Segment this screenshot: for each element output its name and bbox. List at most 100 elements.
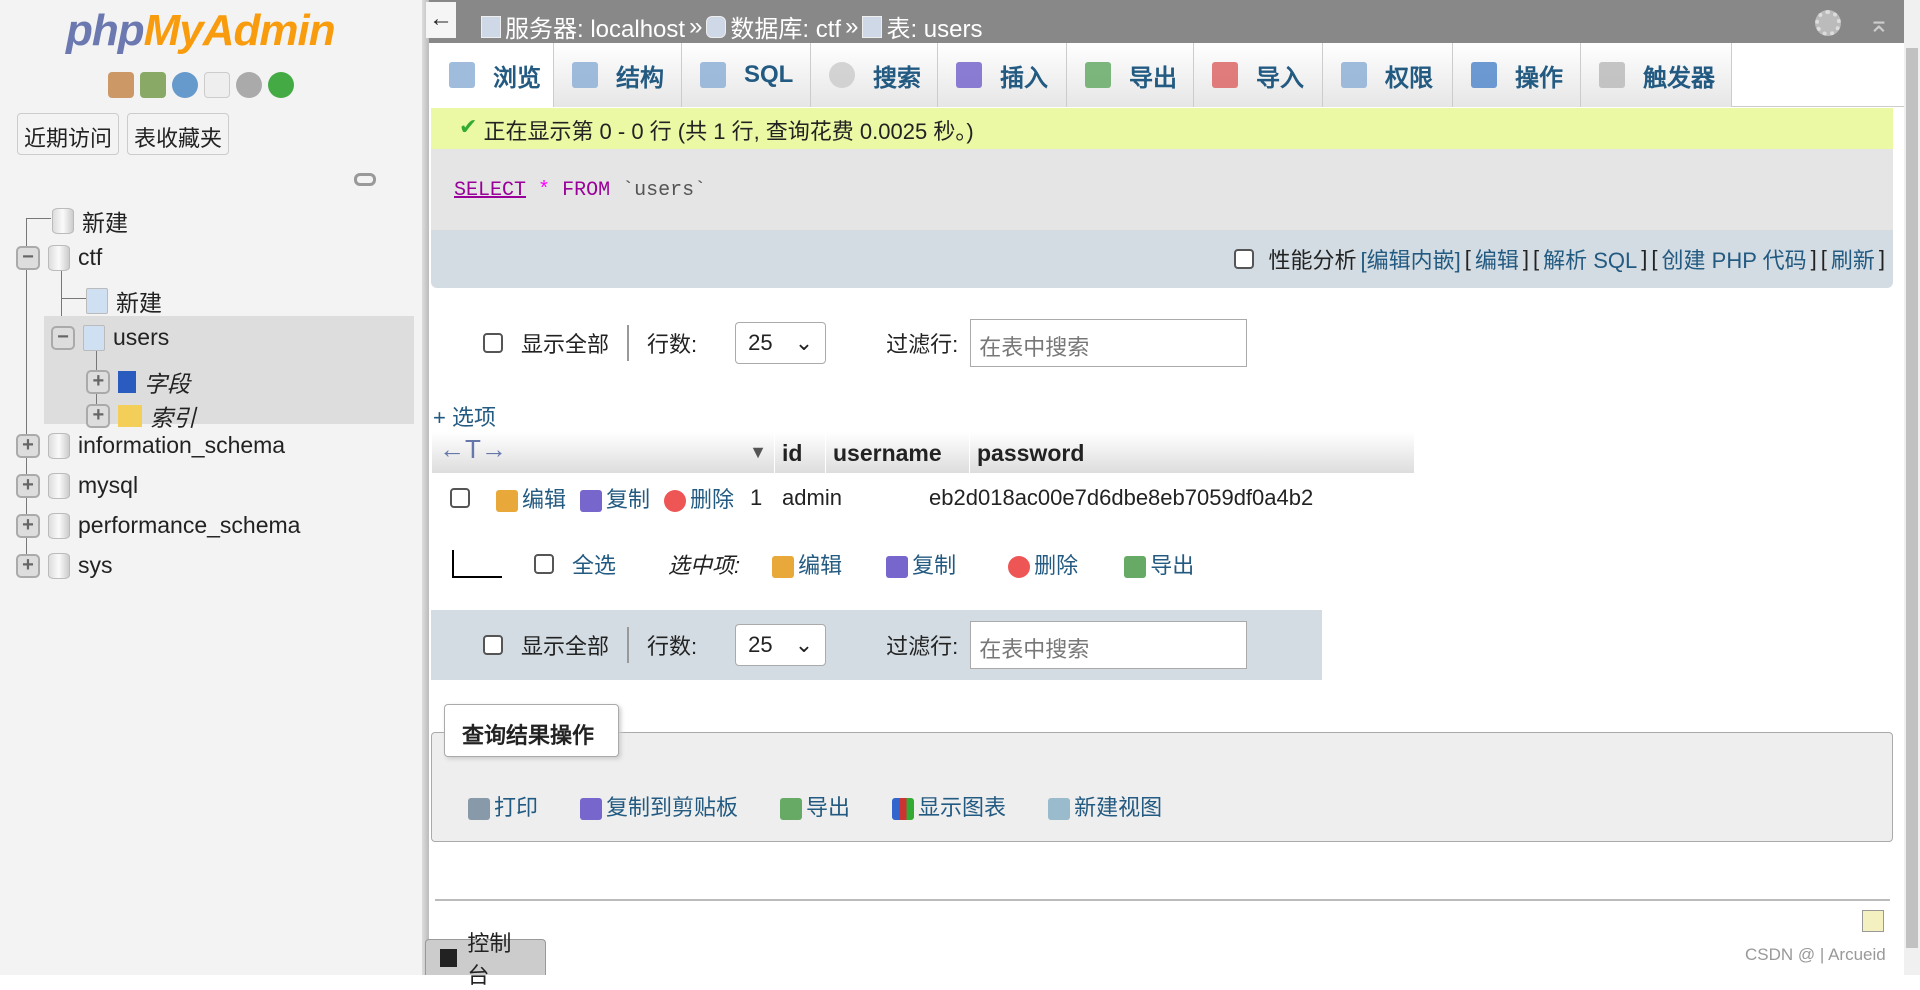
explain-sql-link[interactable]: 解析 SQL [1543,243,1637,275]
favorites-button[interactable]: 表收藏夹 [127,113,230,155]
logout-icon[interactable] [140,72,166,98]
display-chart-link[interactable]: 显示图表 [892,790,1006,822]
export-link[interactable]: 导出 [780,790,850,822]
check-all-checkbox[interactable] [534,554,554,574]
tree-indexes[interactable]: + 索引 [86,399,196,433]
column-header-username[interactable]: username [825,432,969,473]
column-header-password[interactable]: password [969,432,1414,473]
tree-new-database[interactable]: 新建 [52,204,128,238]
breadcrumb-table[interactable]: 表: users [886,9,982,44]
help-icon[interactable] [172,72,198,98]
database-icon [706,15,727,38]
bulk-actions: 全选 选中项: 编辑 复制 删除 导出 [452,548,1194,580]
console-tab[interactable]: 控制台 [425,931,546,988]
pencil-icon [496,490,518,513]
breadcrumb-database[interactable]: 数据库: ctf [730,9,841,44]
more-options-link[interactable]: + 选项 [433,400,496,432]
row-copy-link[interactable]: 复制 [580,482,650,514]
create-view-link[interactable]: 新建视图 [1048,790,1162,822]
query-results-operations [431,732,1893,842]
tab-privileges[interactable]: 权限 [1323,43,1453,107]
tab-browse[interactable]: 浏览 [431,43,554,107]
print-icon [468,798,490,821]
query-options-bar: 性能分析 [编辑内嵌] [编辑] [解析 SQL] [创建 PHP 代码] [刷… [431,230,1893,288]
bulk-delete-button[interactable]: 删除 [1008,548,1078,580]
home-icon[interactable] [108,72,134,98]
rows-select[interactable]: 25 ⌄ [735,624,827,666]
edit-link[interactable]: 编辑 [1475,243,1519,275]
expand-icon: + [86,404,110,428]
privileges-icon [1341,62,1367,88]
inline-edit-link[interactable]: [编辑内嵌] [1361,243,1461,275]
expand-icon: + [16,553,40,578]
navigation-row-top: 显示全部 行数: 25 ⌄ 过滤行: 在表中搜索 [431,308,1322,378]
export-icon [780,798,803,821]
bulk-copy-button[interactable]: 复制 [886,548,956,580]
sql-query-box[interactable]: SELECT * FROM `users` [431,149,1893,230]
tree-new-table[interactable]: 新建 [86,284,162,318]
collapse-icon: − [16,245,40,270]
chevron-down-icon: ⌄ [794,330,814,355]
tree-columns[interactable]: + 字段 [86,365,190,399]
tree-table-users[interactable]: − users [51,324,169,351]
profiling-checkbox[interactable] [1234,249,1255,269]
tab-search[interactable]: 搜索 [811,43,938,107]
create-php-link[interactable]: 创建 PHP 代码 [1662,243,1807,275]
column-resize-controls[interactable]: ←T→ ▼ [431,432,774,473]
row-delete-link[interactable]: 删除 [664,482,734,514]
tree-db-mysql[interactable]: + mysql [16,472,138,499]
tab-sql[interactable]: SQL [682,43,811,107]
recent-button[interactable]: 近期访问 [17,113,120,155]
tab-export[interactable]: 导出 [1067,43,1194,107]
tree-db-sys[interactable]: + sys [16,552,113,579]
copy-icon [580,798,603,821]
sql-icon [700,62,726,88]
tab-structure[interactable]: 结构 [554,43,682,107]
copy-clipboard-link[interactable]: 复制到剪贴板 [580,790,738,822]
tree-db-performance-schema[interactable]: + performance_schema [16,512,300,539]
filter-rows-input[interactable]: 在表中搜索 [970,621,1248,669]
watermark: CSDN @ | Arcueid [1745,945,1886,964]
export-icon [1124,556,1147,579]
pencil-icon [772,556,795,579]
filter-rows-input[interactable]: 在表中搜索 [970,319,1248,367]
tab-import[interactable]: 导入 [1194,43,1323,107]
tree-db-ctf[interactable]: − ctf [16,244,102,271]
browse-icon [449,62,475,88]
reload-icon[interactable] [268,72,294,98]
scrollbar[interactable] [1904,0,1920,975]
bulk-export-button[interactable]: 导出 [1124,548,1194,580]
triggers-icon [1599,62,1625,88]
row-edit-link[interactable]: 编辑 [496,482,566,514]
column-header-id[interactable]: id [774,432,825,473]
tab-triggers[interactable]: 触发器 [1581,43,1732,107]
link-icon[interactable] [354,173,376,186]
server-icon [481,15,501,38]
rows-select[interactable]: 25 ⌄ [735,322,827,364]
row-checkbox[interactable] [450,488,470,508]
phpmyadmin-logo[interactable]: phpMyAdmin [66,6,336,56]
docs-icon[interactable] [204,72,230,98]
show-all-checkbox[interactable] [483,635,503,655]
tab-insert[interactable]: 插入 [938,43,1067,107]
page-settings-icon[interactable] [1862,910,1884,932]
collapse-nav-button[interactable]: ← [426,2,456,38]
settings-gear-icon[interactable] [1815,10,1841,36]
collapse-icon: − [51,325,75,350]
breadcrumb-server[interactable]: 服务器: localhost [505,9,685,44]
tab-operations[interactable]: 操作 [1453,43,1581,107]
refresh-link[interactable]: 刷新 [1831,243,1875,275]
settings-icon[interactable] [236,72,262,98]
copy-icon [886,556,909,579]
delete-icon [1008,556,1031,579]
expand-icon: + [16,513,40,538]
collapse-top-icon[interactable]: ⌅ [1868,8,1890,39]
panel-resizer[interactable] [422,0,429,975]
bulk-edit-button[interactable]: 编辑 [772,548,842,580]
structure-icon [572,62,598,88]
tree-db-information-schema[interactable]: + information_schema [16,432,285,459]
show-all-checkbox[interactable] [483,333,503,353]
check-all-link[interactable]: 全选 [572,548,616,580]
print-link[interactable]: 打印 [468,790,538,822]
create-view-icon [1048,798,1071,821]
